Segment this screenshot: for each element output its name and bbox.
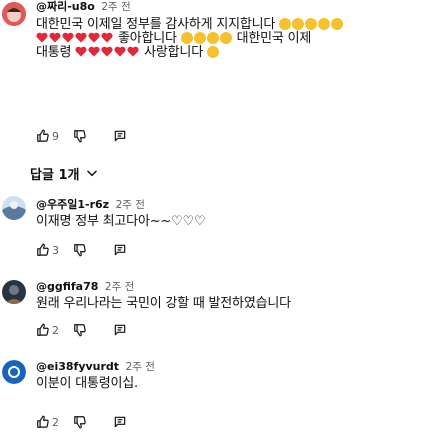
comment-time[interactable]: 2주 전 (116, 199, 145, 211)
like-count: 3 (52, 243, 59, 257)
laughing-emoji-icon (318, 18, 331, 30)
laughing-emoji-icon (180, 32, 193, 44)
laughing-emoji-icon (305, 18, 318, 30)
comment-meta: @짜리-u8o 2주 전 (36, 0, 434, 14)
like-button[interactable]: 9 (36, 129, 59, 143)
avatar-image-icon (2, 196, 26, 220)
laughing-emoji-icon (219, 32, 232, 44)
chevron-down-icon (87, 170, 98, 177)
thumbs-up-icon (37, 129, 49, 142)
heart-emoji-icon (75, 32, 87, 43)
reply-button[interactable] (113, 415, 127, 429)
heart-emoji-icon (101, 32, 113, 43)
comment-actions: 3 (36, 240, 127, 260)
heart-emoji-icon (75, 46, 87, 57)
laughing-emoji-icon (292, 18, 305, 30)
comment-4: @ei38fyvurdt 2주 전 이분이 대통령이십. 2 (0, 358, 436, 443)
laughing-emoji-icon (331, 18, 344, 30)
reply-icon (114, 416, 126, 428)
comment-actions: 2 (36, 320, 127, 340)
laughing-emoji-icon (279, 18, 292, 30)
thumbs-down-icon (74, 324, 86, 337)
thumbs-up-icon (37, 415, 49, 428)
comment-author[interactable]: @짜리-u8o (36, 0, 95, 13)
comment-author[interactable]: @ggfifa78 (36, 280, 98, 293)
heart-emoji-icon (36, 32, 48, 43)
comment-author[interactable]: @ei38fyvurdt (36, 360, 119, 373)
dislike-button[interactable] (73, 415, 87, 429)
thumbs-down-icon (74, 244, 86, 257)
like-button[interactable]: 3 (36, 243, 59, 257)
like-button[interactable]: 2 (36, 415, 59, 429)
comment-author[interactable]: @우주일1-r6z (36, 198, 109, 211)
avatar-image-icon (2, 280, 26, 304)
heart-emoji-icon (88, 32, 100, 43)
reply-button[interactable] (113, 243, 127, 257)
reply-button[interactable] (113, 129, 127, 143)
heart-emoji-icon (49, 32, 61, 43)
like-count: 2 (52, 415, 59, 429)
comment-meta: @우주일1-r6z 2주 전 (36, 198, 205, 212)
comment-meta: @ei38fyvurdt 2주 전 (36, 360, 155, 374)
like-count: 2 (52, 323, 59, 337)
thumbs-down-icon (74, 416, 86, 429)
comment-text: 이분이 대통령이십. (36, 376, 138, 391)
comment-text: 원래 우리나라는 국민이 강할 때 발전하였습니다 (36, 296, 291, 311)
reply-icon (114, 130, 126, 142)
dislike-button[interactable] (73, 323, 87, 337)
comment-actions: 9 (36, 126, 127, 146)
laughing-emoji-icon (206, 32, 219, 44)
comment-text: 대한민국 이제일 정부를 감사하게 지지합니다 좋아합니다 대한민국 이제 대통… (36, 18, 434, 60)
avatar-face-icon (2, 2, 26, 26)
replies-toggle[interactable]: 답글 1개 (30, 164, 99, 183)
comment-meta: @ggfifa78 2주 전 (36, 280, 291, 294)
comment-actions: 2 (36, 412, 127, 432)
comment-2: @우주일1-r6z 2주 전 이재명 정부 최고다아~~♡♡♡ 3 (0, 196, 436, 266)
replies-toggle-label: 답글 1개 (30, 167, 80, 183)
reply-icon (114, 324, 126, 336)
avatar[interactable] (2, 2, 26, 26)
dislike-button[interactable] (73, 243, 87, 257)
thumbs-up-icon (37, 243, 49, 256)
comment-3: @ggfifa78 2주 전 원래 우리나라는 국민이 강할 때 발전하였습니다… (0, 278, 436, 348)
like-button[interactable]: 2 (36, 323, 59, 337)
heart-emoji-icon (127, 46, 139, 57)
avatar[interactable] (2, 360, 26, 384)
heart-emoji-icon (114, 46, 126, 57)
heart-emoji-icon (62, 32, 74, 43)
like-count: 9 (52, 129, 59, 143)
reply-button[interactable] (113, 323, 127, 337)
avatar-letter-icon (2, 360, 26, 384)
heart-emoji-icon (101, 46, 113, 57)
laughing-emoji-icon (193, 32, 206, 44)
comment-text: 이재명 정부 최고다아~~♡♡♡ (36, 214, 206, 229)
reply-icon (114, 244, 126, 256)
avatar[interactable] (2, 280, 26, 304)
comment-1: @짜리-u8o 2주 전 대한민국 이제일 정부를 감사하게 지지합니다 좋아합… (0, 0, 436, 160)
dislike-button[interactable] (73, 129, 87, 143)
comment-time[interactable]: 2주 전 (101, 1, 130, 13)
thumbs-down-icon (74, 130, 86, 143)
heart-emoji-icon (88, 46, 100, 57)
comment-time[interactable]: 2주 전 (126, 361, 155, 373)
avatar[interactable] (2, 196, 26, 220)
thumbs-up-icon (37, 323, 49, 336)
comment-time[interactable]: 2주 전 (105, 281, 134, 293)
laughing-emoji-icon (206, 46, 219, 58)
